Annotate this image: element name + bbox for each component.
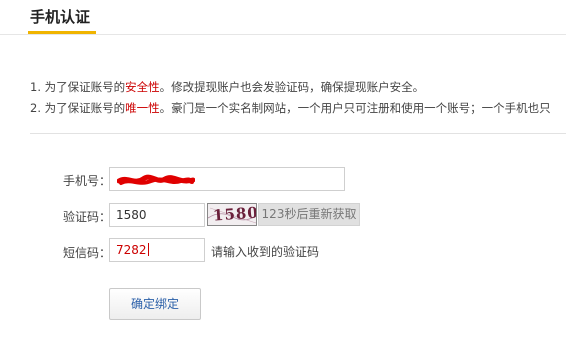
active-tab-indicator (28, 31, 96, 34)
notice-2-rest: 。豪门是一个实名制网站，一个用户只可注册和使用一个账号；一个手机也只 (159, 101, 551, 115)
notice-1-rest: 。修改提现账户也会发验证码，确保提现账户安全。 (159, 80, 425, 94)
notice-line-2: 2. 为了保证账号的唯一性。豪门是一个实名制网站，一个用户只可注册和使用一个账号… (30, 98, 566, 119)
resend-countdown-button[interactable]: 123秒后重新获取 (258, 203, 360, 226)
redaction-scribble (117, 174, 195, 185)
notice-line-1: 1. 为了保证账号的安全性。修改提现账户也会发验证码，确保提现账户安全。 (30, 77, 566, 98)
confirm-bind-button[interactable]: 确定绑定 (109, 288, 201, 320)
notice-2-text: 2. 为了保证账号的 (30, 101, 126, 115)
tab-phone-verification[interactable]: 手机认证 (30, 6, 90, 27)
notice-1-emphasis: 安全性 (125, 80, 160, 94)
sms-code-value: 7282 (116, 243, 147, 257)
sms-hint: 请输入收到的验证码 (211, 245, 320, 259)
verify-code-label: 验证码： (63, 210, 112, 224)
divider (30, 133, 566, 134)
sms-code-label: 短信码： (63, 246, 112, 260)
notice-1-text: 1. 为了保证账号的 (30, 80, 126, 94)
captcha-text: 1580 (212, 203, 257, 225)
captcha-image[interactable]: 1580 (207, 203, 257, 226)
notice-list: 1. 为了保证账号的安全性。修改提现账户也会发验证码，确保提现账户安全。 2. … (30, 77, 566, 119)
sms-code-input[interactable]: 7282 (109, 238, 205, 262)
phone-label: 手机号： (63, 174, 112, 188)
tab-bar: 手机认证 (0, 0, 566, 35)
text-caret (147, 243, 149, 256)
notice-2-emphasis: 唯一性 (125, 101, 160, 115)
verify-code-input[interactable]: 1580 (109, 203, 205, 227)
